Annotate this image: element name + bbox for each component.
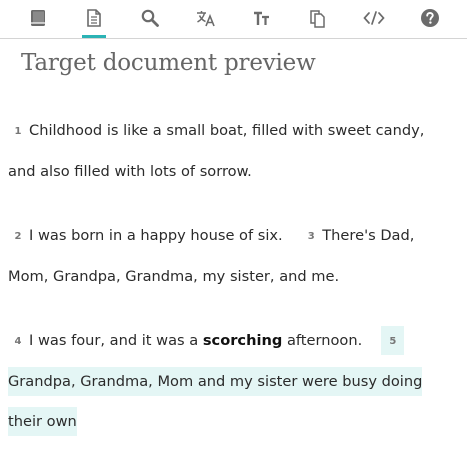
book-icon[interactable] [26, 6, 50, 30]
segment-4[interactable]: 4 I was four, and it was a scorching afte… [8, 326, 363, 355]
document-icon[interactable] [82, 6, 106, 38]
paragraph: 2I was born in a happy house of six. 3 Th… [8, 216, 450, 297]
translate-icon[interactable] [194, 6, 218, 30]
segment-number: 2 [14, 231, 22, 242]
page-title: Target document preview [21, 50, 316, 76]
segment-text: I was born in a happy house of six. [29, 227, 283, 244]
code-icon[interactable] [362, 6, 386, 30]
segment-number: 4 [14, 336, 22, 347]
segment-text: afternoon. [286, 332, 363, 349]
search-icon[interactable] [138, 6, 162, 30]
text-size-icon[interactable] [250, 6, 274, 30]
paragraph: 4 I was four, and it was a scorching afte… [8, 321, 450, 442]
segment-text: Grandpa, Grandma, Mom and my sister were… [8, 373, 423, 430]
help-icon[interactable] [418, 6, 442, 30]
copy-icon[interactable] [306, 6, 330, 30]
toolbar [0, 0, 467, 39]
document-preview: 1 Childhood is like a small boat, filled … [8, 111, 450, 466]
segment-text: Childhood is like a small boat, filled w… [8, 122, 425, 180]
segment-2[interactable]: 2 I was born in a happy house of six. [8, 221, 283, 250]
paragraph: 1 Childhood is like a small boat, filled … [8, 111, 450, 192]
segment-bold-text: scorching [202, 332, 283, 349]
segment-text: I was four, and it was a [29, 332, 199, 349]
segment-number: 5 [389, 336, 397, 347]
segment-1[interactable]: 1 Childhood is like a small boat, filled … [8, 116, 424, 186]
segment-number: 3 [307, 231, 315, 242]
segment-number: 1 [14, 126, 22, 137]
